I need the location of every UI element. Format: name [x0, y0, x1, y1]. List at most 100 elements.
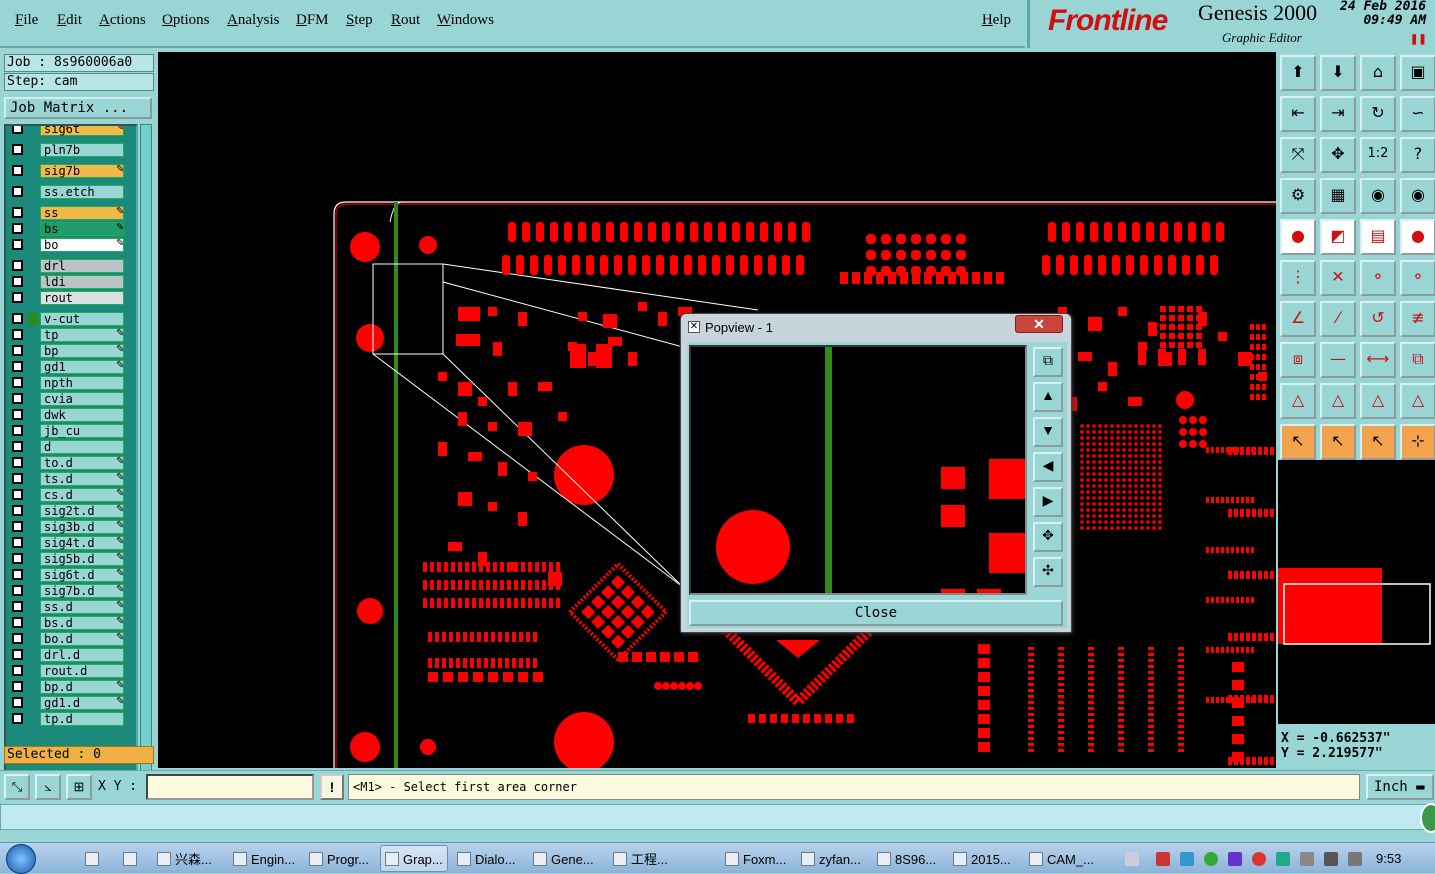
nodes-icon[interactable]: ⋮ [1280, 260, 1316, 296]
job-matrix-button[interactable]: Job Matrix ... [4, 97, 152, 119]
minimap[interactable] [1278, 460, 1435, 724]
menu-analysis[interactable]: Analysis [227, 12, 280, 29]
layer-row[interactable]: bo ✎ [6, 238, 136, 252]
layer-row[interactable]: tp ✎ [6, 328, 136, 342]
pan-right-icon[interactable]: ⇥ [1320, 96, 1356, 132]
layer-checkbox[interactable] [12, 649, 23, 660]
move-up-icon[interactable]: ⬆ [1280, 55, 1316, 91]
quicklaunch-icon[interactable] [118, 845, 148, 872]
window-icon[interactable]: ▣ [1400, 55, 1435, 91]
volume-icon[interactable] [1324, 852, 1338, 866]
layer-checkbox[interactable] [12, 713, 23, 724]
flag-icon[interactable] [1300, 852, 1314, 866]
layer-checkbox[interactable] [12, 537, 23, 548]
connect-icon[interactable]: ⚬ [1360, 260, 1396, 296]
snap-icon[interactable]: ∽ [1400, 96, 1435, 132]
triangle-icon[interactable]: △ [1400, 383, 1435, 419]
select-box-icon[interactable]: ⧈ [1280, 342, 1316, 378]
layer-row[interactable]: to.d ✎ [6, 456, 136, 470]
line-icon[interactable]: — [1320, 342, 1356, 378]
layer-checkbox[interactable] [12, 617, 23, 628]
popview-canvas[interactable] [689, 345, 1027, 595]
pan-left-icon[interactable]: ⇤ [1280, 96, 1316, 132]
tray-app-icon[interactable] [1180, 852, 1194, 866]
layer-checkbox[interactable] [12, 601, 23, 612]
layer-checkbox[interactable] [12, 186, 23, 197]
units-select[interactable]: Inch ▬ [1366, 774, 1434, 800]
layer-checkbox[interactable] [12, 260, 23, 271]
layer-row[interactable]: rout.d [6, 664, 136, 678]
fill-icon[interactable]: ◩ [1320, 219, 1356, 255]
connect-icon[interactable]: ⚬ [1400, 260, 1435, 296]
layer-checkbox[interactable] [12, 126, 23, 134]
zoom-area-icon[interactable]: ⤡ [4, 774, 30, 800]
taskbar-item[interactable]: 2015... [948, 845, 1018, 872]
layer-checkbox[interactable] [12, 521, 23, 532]
layer-checkbox[interactable] [12, 345, 23, 356]
layer-row[interactable]: sig6t.d ✎ [6, 568, 136, 582]
layer-row[interactable]: ss.d ✎ [6, 600, 136, 614]
side-widget-icon[interactable] [1420, 803, 1435, 833]
menu-file[interactable]: File [15, 12, 38, 29]
layer-checkbox[interactable] [12, 665, 23, 676]
taskbar-item[interactable]: Progr... [304, 845, 374, 872]
pv-pan-left-icon[interactable]: ◀ [1033, 452, 1063, 482]
align-icon[interactable]: ≢ [1400, 301, 1435, 337]
xy-input[interactable] [146, 774, 314, 800]
layer-checkbox[interactable] [12, 165, 23, 176]
measure-icon[interactable]: ⟷ [1360, 342, 1396, 378]
fit-icon[interactable]: ⤧ [1280, 137, 1316, 173]
layer-checkbox[interactable] [12, 144, 23, 155]
taskbar-item[interactable]: Grap... [380, 845, 448, 872]
layer-checkbox[interactable] [12, 361, 23, 372]
settings-icon[interactable]: ⚙ [1280, 178, 1316, 214]
tray-app-icon[interactable] [1204, 852, 1218, 866]
layer-row[interactable]: bo.d ✎ [6, 632, 136, 646]
menu-actions[interactable]: Actions [99, 12, 146, 29]
layer-row[interactable]: bp ✎ [6, 344, 136, 358]
pointer-icon[interactable]: ↖ [1280, 424, 1316, 460]
home-icon[interactable]: ⌂ [1360, 55, 1396, 91]
layer-row[interactable]: cs.d ✎ [6, 488, 136, 502]
layer-row[interactable]: dwk [6, 408, 136, 422]
grid-icon[interactable]: ▦ [1320, 178, 1356, 214]
pv-zoom-out-icon[interactable]: ✥ [1033, 522, 1063, 552]
layer-row[interactable]: ldi [6, 275, 136, 289]
line-icon[interactable]: ⁄ [1320, 301, 1356, 337]
pv-pan-right-icon[interactable]: ▶ [1033, 487, 1063, 517]
layer-checkbox[interactable] [12, 441, 23, 452]
layer-checkbox[interactable] [12, 292, 23, 303]
execute-button[interactable]: ! [320, 774, 344, 800]
layer-row[interactable]: ts.d ✎ [6, 472, 136, 486]
scale-icon[interactable]: 1:2 [1360, 137, 1396, 173]
layer-row[interactable]: jb_cu [6, 424, 136, 438]
pv-pan-down-icon[interactable]: ▼ [1033, 417, 1063, 447]
menu-step[interactable]: Step [346, 12, 373, 29]
cross-icon[interactable]: ✕ [1320, 260, 1356, 296]
measure-icon[interactable]: ⦣ [35, 774, 61, 800]
layer-row[interactable]: sig7b ✎ [6, 164, 136, 178]
layer-row[interactable]: gd1 ✎ [6, 360, 136, 374]
layer-checkbox[interactable] [12, 473, 23, 484]
layer-row[interactable]: gd1.d ✎ [6, 696, 136, 710]
triangle-icon[interactable]: △ [1320, 383, 1356, 419]
layer-row[interactable]: rout [6, 291, 136, 305]
menu-help[interactable]: Help [982, 12, 1011, 29]
quicklaunch-icon[interactable] [80, 845, 110, 872]
layer-checkbox[interactable] [12, 633, 23, 644]
layer-row[interactable]: drl.d [6, 648, 136, 662]
layer-row[interactable]: sig7b.d ✎ [6, 584, 136, 598]
zoom-icon[interactable]: ✥ [1320, 137, 1356, 173]
layer-scrollbar[interactable] [140, 124, 152, 794]
layer-checkbox[interactable] [12, 697, 23, 708]
layer-row[interactable]: sig3b.d ✎ [6, 520, 136, 534]
keyboard-icon[interactable] [1125, 852, 1139, 866]
menu-rout[interactable]: Rout [391, 12, 420, 29]
taskbar-item[interactable]: Dialo... [452, 845, 522, 872]
layer-row[interactable]: bs.d ✎ [6, 616, 136, 630]
rotate-icon[interactable]: ↻ [1360, 96, 1396, 132]
network-icon[interactable] [1348, 852, 1362, 866]
layer-checkbox[interactable] [12, 223, 23, 234]
layer-color-icon[interactable]: ◉ [1400, 178, 1435, 214]
layer-row[interactable]: drl [6, 259, 136, 273]
